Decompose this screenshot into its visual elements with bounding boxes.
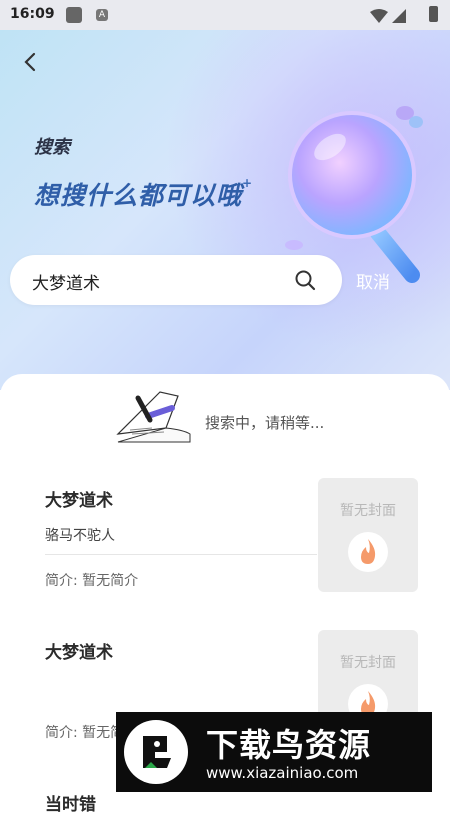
watermark-logo bbox=[124, 720, 188, 784]
cancel-button[interactable]: 取消 bbox=[356, 268, 390, 293]
cover-placeholder-text: 暂无封面 bbox=[340, 503, 396, 519]
hero-subtitle: 搜索 bbox=[34, 137, 70, 158]
result-author: 骆马不驼人 bbox=[45, 528, 115, 544]
wifi-signal-icon bbox=[370, 9, 406, 23]
result-item[interactable]: 大梦道术 骆马不驼人 简介: 暂无简介 暂无封面 bbox=[0, 478, 450, 626]
notification-square-icon bbox=[66, 7, 82, 23]
flame-icon bbox=[348, 532, 388, 572]
battery-icon bbox=[429, 6, 438, 22]
result-divider bbox=[45, 554, 317, 555]
sparkle-icon: + bbox=[242, 176, 254, 190]
back-button[interactable] bbox=[20, 48, 48, 76]
bird-logo-icon bbox=[143, 736, 171, 768]
watermark-banner: 下载鸟资源 www.xiazainiao.com bbox=[116, 712, 432, 792]
notification-a-icon: A bbox=[96, 9, 108, 21]
watermark-url: www.xiazainiao.com bbox=[206, 764, 359, 782]
status-bar: 16:09 A bbox=[0, 0, 450, 30]
search-input[interactable] bbox=[30, 255, 284, 307]
chevron-left-icon bbox=[24, 52, 36, 72]
search-bar bbox=[10, 255, 342, 307]
search-icon[interactable] bbox=[294, 269, 316, 291]
loading-illustration-icon bbox=[116, 391, 191, 443]
status-time: 16:09 bbox=[10, 6, 55, 22]
result-title: 大梦道术 bbox=[45, 491, 113, 511]
result-title: 大梦道术 bbox=[45, 643, 113, 663]
result-title[interactable]: 当时错 bbox=[45, 790, 96, 815]
watermark-title: 下载鸟资源 bbox=[206, 726, 372, 764]
loading-text: 搜索中，请稍等... bbox=[205, 414, 325, 432]
cover-placeholder-text: 暂无封面 bbox=[340, 655, 396, 671]
hero-title: 想搜什么都可以哦+ bbox=[34, 176, 253, 212]
loading-indicator: 搜索中，请稍等... bbox=[108, 384, 408, 444]
result-cover: 暂无封面 bbox=[318, 478, 418, 592]
result-intro: 简介: 暂无简介 bbox=[45, 573, 139, 589]
hero-title-text: 想搜什么都可以哦 bbox=[34, 181, 243, 210]
